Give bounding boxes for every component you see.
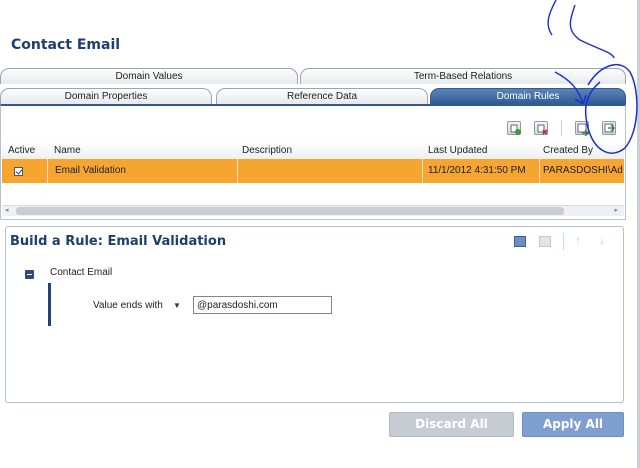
apply-all-rules-button[interactable]: Apply All Rules <box>522 412 624 454</box>
cell-divider <box>47 159 48 183</box>
created-by-cell: PARASDOSHI\Ad <box>543 165 623 176</box>
tab-label: Reference Data <box>286 91 358 102</box>
scroll-left-icon[interactable]: ◂ <box>5 206 9 214</box>
toolbar-divider <box>563 233 564 250</box>
column-header-name[interactable]: Name <box>54 142 81 159</box>
last-updated-cell: 11/1/2012 4:31:50 PM <box>428 165 526 176</box>
column-header-created-by[interactable]: Created By <box>543 142 593 159</box>
horizontal-scrollbar[interactable]: ◂ ▸ <box>2 205 624 216</box>
cell-divider <box>539 159 540 183</box>
add-clause-icon[interactable] <box>514 236 526 247</box>
chevron-down-icon[interactable]: ▼ <box>173 301 181 310</box>
active-checkbox[interactable] <box>14 167 23 176</box>
delete-rule-icon[interactable] <box>534 121 548 135</box>
toolbar-divider <box>561 120 562 136</box>
add-rule-icon[interactable] <box>507 121 521 135</box>
tab-domain-values[interactable]: Domain Values <box>0 68 298 84</box>
tab-term-based-relations[interactable]: Term-Based Relations <box>300 68 626 84</box>
rule-builder-panel <box>5 226 624 403</box>
condition-value-input[interactable] <box>193 296 332 314</box>
tab-domain-rules[interactable]: Domain Rules <box>430 88 626 104</box>
collapse-icon[interactable] <box>25 270 34 279</box>
tab-label: Domain Values <box>115 71 183 82</box>
delete-clause-icon[interactable] <box>539 236 551 247</box>
scroll-right-icon[interactable]: ▸ <box>614 206 618 214</box>
condition-group-label: Contact Email <box>50 267 113 278</box>
tab-label: Term-Based Relations <box>413 71 513 82</box>
column-header-active[interactable]: Active <box>8 142 35 159</box>
cell-divider <box>422 159 423 183</box>
discard-all-changes-button[interactable]: Discard All Changes <box>389 412 514 454</box>
tab-label: Domain Properties <box>64 91 148 102</box>
import-icon[interactable] <box>575 121 589 136</box>
cell-divider <box>237 159 238 183</box>
grid-header: Active Name Description Last Updated Cre… <box>2 142 624 160</box>
rule-name-cell: Email Validation <box>55 165 126 176</box>
page-title: Contact Email <box>11 37 121 53</box>
condition-operator[interactable]: Value ends with <box>93 300 163 311</box>
move-down-icon[interactable]: ↓ <box>599 233 605 247</box>
rule-builder-title: Build a Rule: Email Validation <box>10 234 227 249</box>
tab-domain-properties[interactable]: Domain Properties <box>0 88 212 104</box>
column-header-last-updated[interactable]: Last Updated <box>428 142 488 159</box>
tab-reference-data[interactable]: Reference Data <box>216 88 428 104</box>
scroll-thumb[interactable] <box>16 207 564 215</box>
export-icon[interactable] <box>602 121 616 135</box>
move-up-icon[interactable]: ↑ <box>575 233 581 247</box>
condition-group-bar <box>48 283 51 326</box>
table-row[interactable]: Email Validation 11/1/2012 4:31:50 PM PA… <box>2 159 624 183</box>
column-header-description[interactable]: Description <box>242 142 292 159</box>
tab-label: Domain Rules <box>496 91 560 102</box>
